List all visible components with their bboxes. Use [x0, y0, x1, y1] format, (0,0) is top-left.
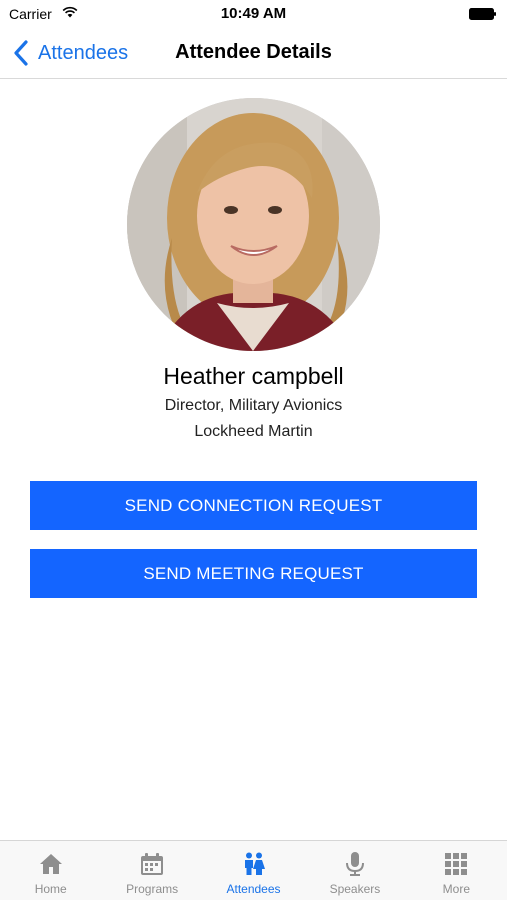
- attendee-photo: [127, 98, 380, 351]
- tab-label: More: [442, 882, 470, 896]
- attendee-name: Heather campbell: [163, 363, 344, 389]
- tab-home[interactable]: Home: [0, 841, 101, 900]
- tab-bar: Home Programs Attendees Speakers More: [0, 840, 507, 900]
- tab-label: Attendees: [226, 882, 281, 896]
- status-bar: Carrier 10:49 AM: [0, 0, 507, 28]
- navigation-bar: Attendees Attendee Details: [0, 28, 507, 79]
- attendee-company: Lockheed Martin: [194, 423, 313, 440]
- attendee-job-title: Director, Military Avionics: [164, 397, 343, 414]
- page-title: Attendee Details: [175, 41, 332, 63]
- microphone-icon: [345, 852, 364, 876]
- tab-programs[interactable]: Programs: [101, 841, 202, 900]
- calendar-icon: [141, 853, 164, 875]
- tab-attendees[interactable]: Attendees: [203, 841, 304, 900]
- attendee-details-screen: Carrier 10:49 AM Attendees Attendee Deta…: [0, 0, 507, 900]
- tab-more[interactable]: More: [406, 841, 507, 900]
- tab-label: Speakers: [329, 882, 381, 896]
- tab-speakers[interactable]: Speakers: [304, 841, 405, 900]
- tab-label: Home: [34, 882, 67, 896]
- tab-label: Programs: [126, 882, 179, 896]
- grid-icon: [445, 853, 468, 875]
- send-connection-request-button[interactable]: SEND CONNECTION REQUEST: [30, 481, 477, 530]
- battery-icon: [469, 8, 496, 20]
- home-icon: [39, 854, 62, 874]
- send-meeting-request-button[interactable]: SEND MEETING REQUEST: [30, 549, 477, 598]
- attendee-avatar: [127, 98, 380, 351]
- clock: 10:49 AM: [220, 5, 287, 22]
- people-icon: [244, 852, 265, 875]
